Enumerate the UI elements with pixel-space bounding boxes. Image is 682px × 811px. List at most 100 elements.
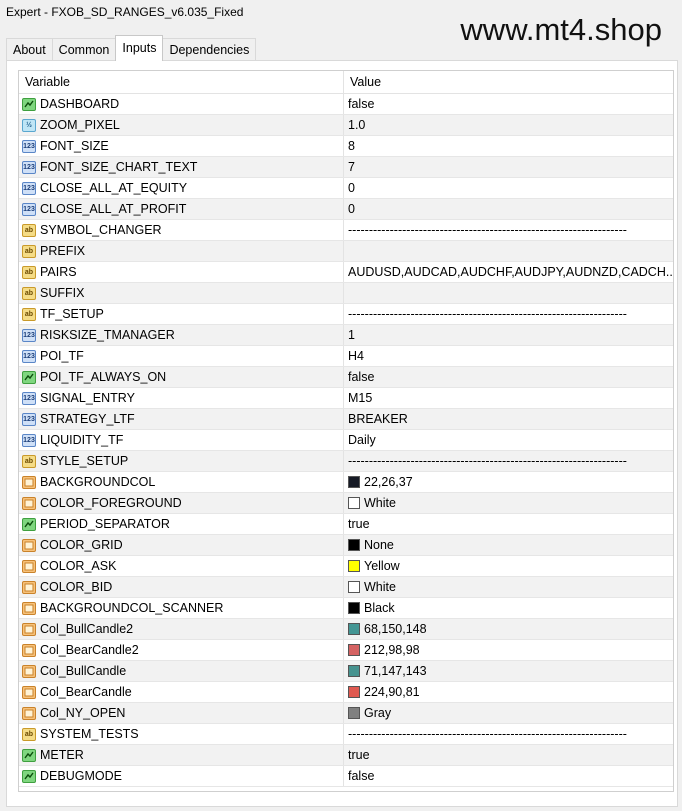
variable-cell[interactable]: BACKGROUNDCOL_SCANNER (19, 598, 344, 618)
table-row[interactable]: Col_NY_OPEN Gray (19, 703, 673, 724)
value-cell[interactable]: None (344, 535, 673, 555)
tab-inputs[interactable]: Inputs (115, 35, 164, 61)
table-row[interactable]: 123 CLOSE_ALL_AT_PROFIT 0 (19, 199, 673, 220)
variable-cell[interactable]: 123 FONT_SIZE (19, 136, 344, 156)
table-row[interactable]: ab STYLE_SETUP ---------------------------… (19, 451, 673, 472)
table-row[interactable]: COLOR_GRID None (19, 535, 673, 556)
variable-cell[interactable]: 123 FONT_SIZE_CHART_TEXT (19, 157, 344, 177)
variable-cell[interactable]: 123 RISKSIZE_TMANAGER (19, 325, 344, 345)
variable-cell[interactable]: ab STYLE_SETUP (19, 451, 344, 471)
table-row[interactable]: ab TF_SETUP ------------------------------… (19, 304, 673, 325)
value-cell[interactable]: ----------------------------------------… (344, 451, 673, 471)
variable-cell[interactable]: Col_BullCandle2 (19, 619, 344, 639)
variable-cell[interactable]: 123 CLOSE_ALL_AT_EQUITY (19, 178, 344, 198)
tab-about[interactable]: About (6, 38, 53, 61)
table-row[interactable]: Col_BullCandle2 68,150,148 (19, 619, 673, 640)
variable-cell[interactable]: BACKGROUNDCOL (19, 472, 344, 492)
value-cell[interactable]: ----------------------------------------… (344, 724, 673, 744)
tab-dependencies[interactable]: Dependencies (162, 38, 257, 61)
value-cell[interactable]: false (344, 766, 673, 786)
table-row[interactable]: Col_BearCandle 224,90,81 (19, 682, 673, 703)
value-cell[interactable]: ----------------------------------------… (344, 304, 673, 324)
variable-cell[interactable]: 123 POI_TF (19, 346, 344, 366)
table-row[interactable]: Col_BullCandle 71,147,143 (19, 661, 673, 682)
variable-cell[interactable]: Col_BearCandle2 (19, 640, 344, 660)
table-row[interactable]: COLOR_ASK Yellow (19, 556, 673, 577)
value-cell[interactable] (344, 241, 673, 261)
table-row[interactable]: 123 LIQUIDITY_TF Daily (19, 430, 673, 451)
variable-cell[interactable]: Col_BearCandle (19, 682, 344, 702)
table-row[interactable]: Col_BearCandle2 212,98,98 (19, 640, 673, 661)
variable-cell[interactable]: DASHBOARD (19, 94, 344, 114)
table-row[interactable]: 123 FONT_SIZE_CHART_TEXT 7 (19, 157, 673, 178)
value-cell[interactable]: 7 (344, 157, 673, 177)
value-cell[interactable]: 68,150,148 (344, 619, 673, 639)
value-cell[interactable]: M15 (344, 388, 673, 408)
table-row[interactable]: DEBUGMODE false (19, 766, 673, 787)
table-row[interactable]: PERIOD_SEPARATOR true (19, 514, 673, 535)
variable-cell[interactable]: 123 SIGNAL_ENTRY (19, 388, 344, 408)
variable-cell[interactable]: ab TF_SETUP (19, 304, 344, 324)
variable-cell[interactable]: COLOR_BID (19, 577, 344, 597)
column-header-value[interactable]: Value (344, 71, 381, 93)
value-cell[interactable]: ----------------------------------------… (344, 220, 673, 240)
table-row[interactable]: 123 RISKSIZE_TMANAGER 1 (19, 325, 673, 346)
value-cell[interactable]: true (344, 514, 673, 534)
table-row[interactable]: ½ ZOOM_PIXEL 1.0 (19, 115, 673, 136)
tab-common[interactable]: Common (51, 38, 117, 61)
table-row[interactable]: POI_TF_ALWAYS_ON false (19, 367, 673, 388)
table-row[interactable]: BACKGROUNDCOL 22,26,37 (19, 472, 673, 493)
value-cell[interactable] (344, 283, 673, 303)
variable-cell[interactable]: ab PREFIX (19, 241, 344, 261)
table-row[interactable]: 123 SIGNAL_ENTRY M15 (19, 388, 673, 409)
variable-cell[interactable]: DEBUGMODE (19, 766, 344, 786)
variable-cell[interactable]: METER (19, 745, 344, 765)
variable-cell[interactable]: ab SYSTEM_TESTS (19, 724, 344, 744)
value-cell[interactable]: White (344, 493, 673, 513)
value-cell[interactable]: H4 (344, 346, 673, 366)
table-row[interactable]: COLOR_BID White (19, 577, 673, 598)
variable-cell[interactable]: ab SUFFIX (19, 283, 344, 303)
variable-cell[interactable]: COLOR_FOREGROUND (19, 493, 344, 513)
value-cell[interactable]: BREAKER (344, 409, 673, 429)
value-cell[interactable]: false (344, 367, 673, 387)
table-row[interactable]: 123 FONT_SIZE 8 (19, 136, 673, 157)
value-cell[interactable]: 22,26,37 (344, 472, 673, 492)
variable-cell[interactable]: COLOR_GRID (19, 535, 344, 555)
table-row[interactable]: ab PAIRS AUDUSD,AUDCAD,AUDCHF,AUDJPY,AUDNZ… (19, 262, 673, 283)
value-cell[interactable]: White (344, 577, 673, 597)
value-cell[interactable]: Yellow (344, 556, 673, 576)
value-cell[interactable]: 8 (344, 136, 673, 156)
column-header-variable[interactable]: Variable (19, 71, 344, 93)
table-row[interactable]: ab SUFFIX (19, 283, 673, 304)
table-row[interactable]: DASHBOARD false (19, 94, 673, 115)
value-cell[interactable]: 1.0 (344, 115, 673, 135)
value-cell[interactable]: false (344, 94, 673, 114)
variable-cell[interactable]: ½ ZOOM_PIXEL (19, 115, 344, 135)
value-cell[interactable]: Gray (344, 703, 673, 723)
value-cell[interactable]: Black (344, 598, 673, 618)
value-cell[interactable]: true (344, 745, 673, 765)
table-row[interactable]: ab SYMBOL_CHANGER ------------------------… (19, 220, 673, 241)
table-row[interactable]: METER true (19, 745, 673, 766)
table-row[interactable]: 123 POI_TF H4 (19, 346, 673, 367)
value-cell[interactable]: 224,90,81 (344, 682, 673, 702)
variable-cell[interactable]: PERIOD_SEPARATOR (19, 514, 344, 534)
variable-cell[interactable]: 123 STRATEGY_LTF (19, 409, 344, 429)
value-cell[interactable]: Daily (344, 430, 673, 450)
inputs-table[interactable]: Variable Value DASHBOARD false ½ ZOOM_PIXEL… (18, 70, 674, 792)
table-row[interactable]: ab SYSTEM_TESTS --------------------------… (19, 724, 673, 745)
variable-cell[interactable]: ab SYMBOL_CHANGER (19, 220, 344, 240)
table-row[interactable]: COLOR_FOREGROUND White (19, 493, 673, 514)
variable-cell[interactable]: 123 LIQUIDITY_TF (19, 430, 344, 450)
variable-cell[interactable]: 123 CLOSE_ALL_AT_PROFIT (19, 199, 344, 219)
variable-cell[interactable]: Col_NY_OPEN (19, 703, 344, 723)
variable-cell[interactable]: ab PAIRS (19, 262, 344, 282)
value-cell[interactable]: 1 (344, 325, 673, 345)
variable-cell[interactable]: Col_BullCandle (19, 661, 344, 681)
value-cell[interactable]: 71,147,143 (344, 661, 673, 681)
value-cell[interactable]: 0 (344, 199, 673, 219)
value-cell[interactable]: AUDUSD,AUDCAD,AUDCHF,AUDJPY,AUDNZD,CADCH… (344, 262, 673, 282)
table-row[interactable]: 123 CLOSE_ALL_AT_EQUITY 0 (19, 178, 673, 199)
table-row[interactable]: BACKGROUNDCOL_SCANNER Black (19, 598, 673, 619)
